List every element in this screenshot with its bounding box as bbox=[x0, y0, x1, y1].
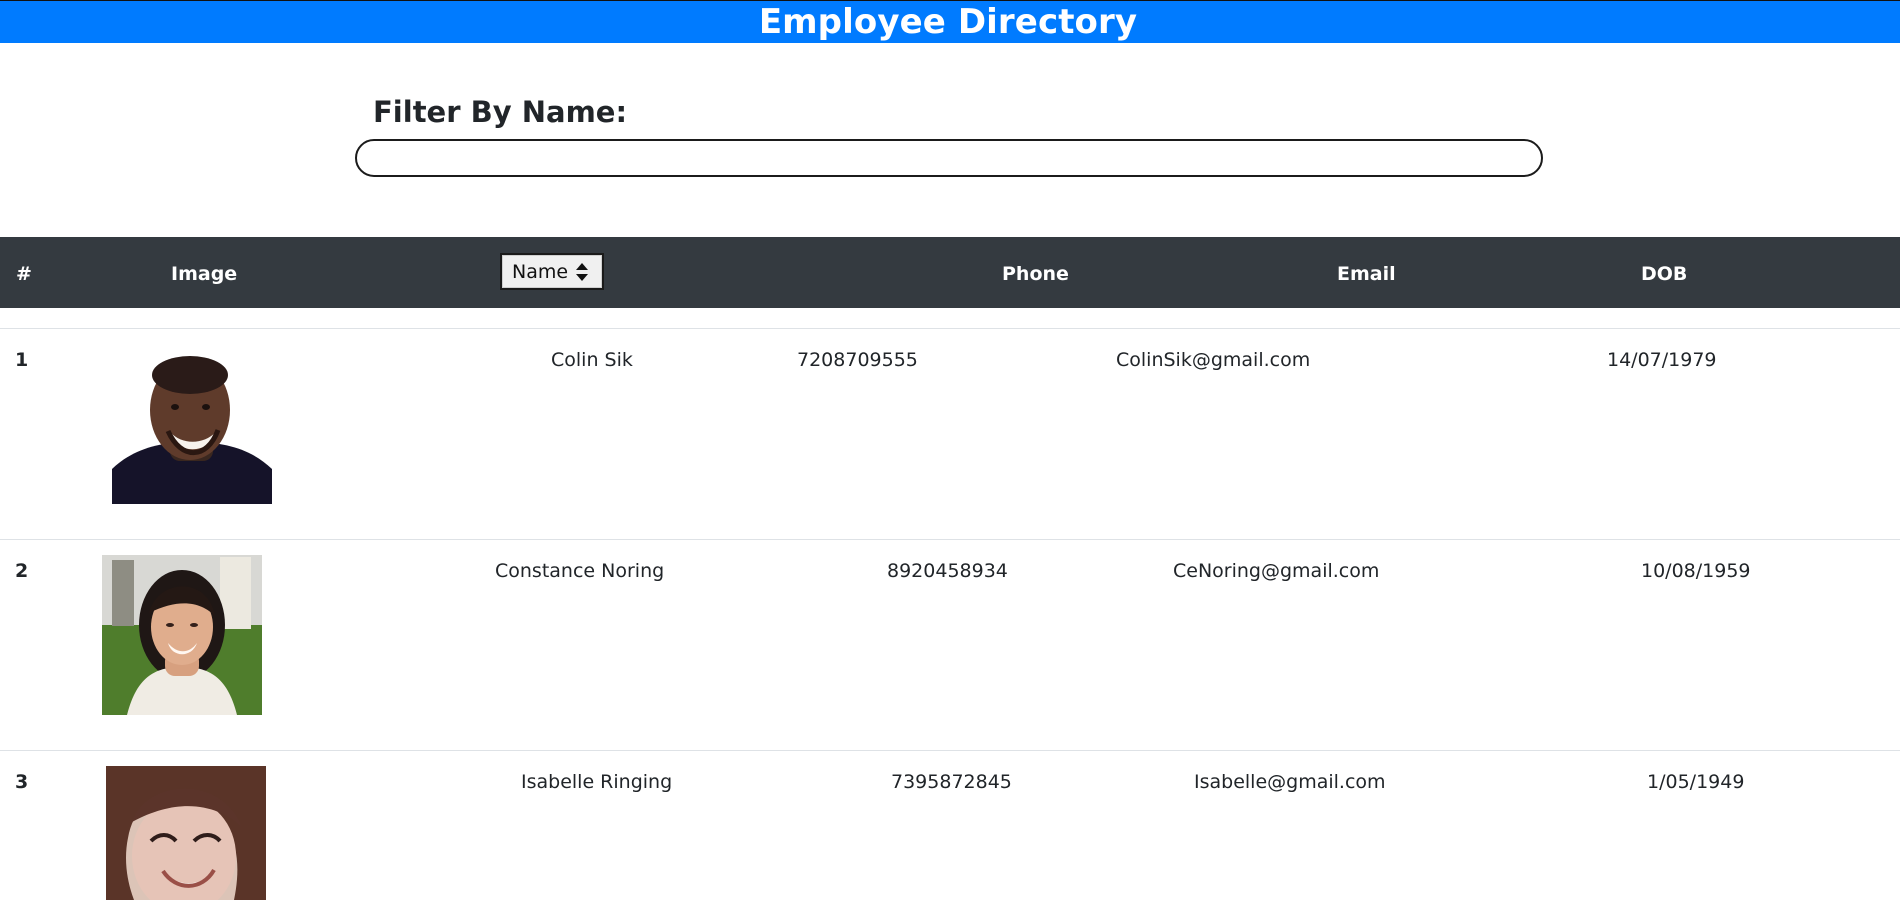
row-divider bbox=[0, 539, 1900, 540]
employee-phone: 7395872845 bbox=[891, 771, 1012, 793]
employee-avatar-image bbox=[102, 555, 262, 715]
filter-label: Filter By Name: bbox=[373, 95, 628, 129]
filter-name-input[interactable] bbox=[355, 139, 1543, 177]
row-divider bbox=[0, 750, 1900, 751]
name-sort-select[interactable]: Name bbox=[500, 253, 604, 290]
employee-avatar-image bbox=[106, 766, 266, 900]
employee-email: CeNoring@gmail.com bbox=[1173, 560, 1380, 582]
name-sort-label: Name bbox=[512, 260, 569, 283]
page-title: Employee Directory bbox=[758, 2, 1138, 42]
row-index: 1 bbox=[15, 349, 29, 371]
employee-name: Isabelle Ringing bbox=[521, 771, 673, 793]
employee-email: Isabelle@gmail.com bbox=[1194, 771, 1386, 793]
avatar-man-smiling-icon bbox=[112, 344, 272, 504]
header-index: # bbox=[16, 263, 32, 285]
employee-name: Constance Noring bbox=[495, 560, 665, 582]
row-index: 2 bbox=[15, 560, 29, 582]
employee-phone: 7208709555 bbox=[797, 349, 918, 371]
avatar-woman-closeup-icon bbox=[106, 766, 266, 900]
header-phone: Phone bbox=[1002, 263, 1069, 285]
employee-dob: 14/07/1979 bbox=[1607, 349, 1717, 371]
employee-name: Colin Sik bbox=[551, 349, 633, 371]
avatar-woman-smiling-icon bbox=[102, 555, 262, 715]
employee-directory-app: Employee Directory Filter By Name: # Ima… bbox=[0, 0, 1900, 900]
employee-dob: 10/08/1959 bbox=[1641, 560, 1751, 582]
employee-email: ColinSik@gmail.com bbox=[1116, 349, 1311, 371]
table-header-divider bbox=[0, 328, 1900, 329]
employee-dob: 1/05/1949 bbox=[1647, 771, 1745, 793]
header-dob: DOB bbox=[1641, 263, 1688, 285]
employee-phone: 8920458934 bbox=[887, 560, 1008, 582]
header-email: Email bbox=[1337, 263, 1396, 285]
table-header: # Image Name Phone Email DOB bbox=[0, 237, 1900, 308]
header-bar: Employee Directory bbox=[0, 0, 1900, 43]
sort-arrows-icon bbox=[576, 262, 588, 282]
employee-avatar-image bbox=[112, 344, 272, 504]
header-image: Image bbox=[171, 263, 238, 285]
row-index: 3 bbox=[15, 771, 29, 793]
